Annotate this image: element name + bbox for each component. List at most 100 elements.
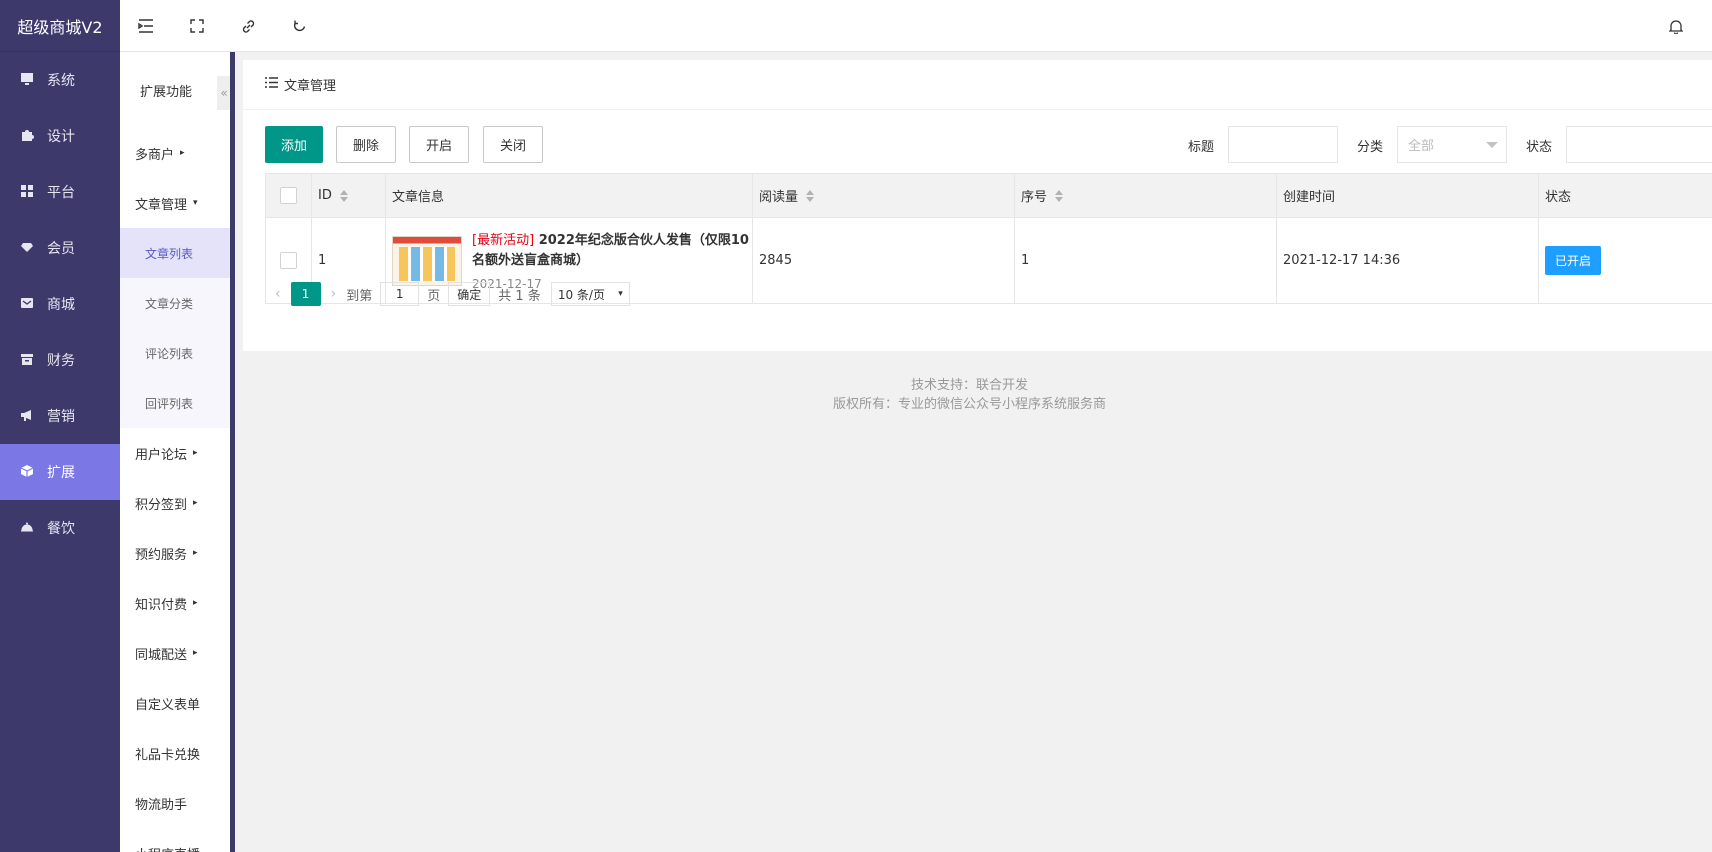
select-all-checkbox[interactable] — [280, 187, 297, 204]
nav-item-0[interactable]: 系统 — [0, 52, 120, 108]
column-header-reads[interactable]: 阅读量 — [752, 174, 1014, 217]
sub-nav-item-label: 礼品卡兑换 — [135, 747, 201, 763]
cube-icon — [20, 464, 36, 480]
nav-item-3[interactable]: 会员 — [0, 220, 120, 276]
sub-nav-item-5[interactable]: 知识付费 ▸ — [120, 578, 231, 628]
collapse-sidebar-icon[interactable]: « — [217, 76, 231, 110]
sub-nav-item-8[interactable]: 礼品卡兑换 — [120, 728, 231, 778]
column-header-reads-label: 阅读量 — [759, 190, 799, 205]
column-header-info: 文章信息 — [385, 174, 752, 217]
sub-nav-item-2[interactable]: 用户论坛 ▸ — [120, 428, 231, 478]
grid-icon — [20, 184, 36, 200]
sub-nav-item-label: 多商户 — [135, 147, 175, 163]
total-count: 共 1 条 — [498, 288, 541, 304]
content-card: 文章管理 添加 删除 开启 关闭 标题 分类 全部 状态 ID 文章信息 阅读量 — [243, 60, 1712, 351]
goto-label: 到第 — [346, 288, 373, 304]
list-icon — [265, 77, 278, 92]
sub-nav-item-10[interactable]: 小程序直播 — [120, 828, 231, 852]
nav-item-label: 设计 — [47, 129, 75, 145]
nav-item-label: 财务 — [47, 353, 75, 369]
fullscreen-icon[interactable] — [187, 16, 207, 36]
menu-fold-icon[interactable] — [136, 16, 156, 36]
nav-item-4[interactable]: 商城 — [0, 276, 120, 332]
sub-nav-item-4[interactable]: 预约服务 ▸ — [120, 528, 231, 578]
sub-nav-item-3[interactable]: 积分签到 ▸ — [120, 478, 231, 528]
category-filter-select[interactable]: 全部 — [1397, 126, 1507, 163]
monitor-icon — [20, 72, 36, 88]
card-title: 文章管理 — [284, 79, 337, 94]
select-all-cell — [265, 174, 311, 217]
title-filter-label: 标题 — [1188, 140, 1215, 155]
sub-nav-item-label: 物流助手 — [135, 797, 188, 813]
nav-item-label: 扩展 — [47, 465, 75, 481]
goto-confirm-button[interactable]: 确定 — [448, 282, 491, 306]
pagination: ‹ 1 › 到第 1 页 确定 共 1 条 10 条/页 ▾ — [265, 271, 630, 317]
sub-nav-item-6[interactable]: 同城配送 ▸ — [120, 628, 231, 678]
article-title[interactable]: [最新活动] 2022年纪念版合伙人发售（仅限10名额外送盲盒商城） — [472, 231, 757, 271]
column-header-seq[interactable]: 序号 — [1014, 174, 1276, 217]
chevron-down-icon — [1486, 142, 1498, 148]
cell-reads: 2845 — [752, 218, 1014, 303]
sort-icon[interactable] — [806, 189, 815, 202]
caret-down-icon: ▾ — [193, 198, 198, 208]
sub-sidebar-title: 扩展功能 « — [120, 52, 231, 128]
mail-icon — [20, 296, 36, 312]
table-header-row: ID 文章信息 阅读量 序号 创建时间 状态 — [265, 174, 1712, 218]
heart-icon — [20, 240, 36, 256]
app-logo: 超级商城V2 — [0, 0, 120, 52]
footer-support: 技术支持：联合开发 — [910, 378, 1028, 393]
megaphone-icon — [20, 408, 36, 424]
nav-item-2[interactable]: 平台 — [0, 164, 120, 220]
caret-right-icon: ▸ — [193, 548, 198, 558]
add-button[interactable]: 添加 — [265, 126, 323, 163]
current-page[interactable]: 1 — [290, 282, 321, 306]
sub-nav-subitem-2[interactable]: 评论列表 — [120, 328, 231, 378]
caret-right-icon: ▸ — [193, 448, 198, 458]
footer-copyright: 版权所有：专业的微信公众号小程序系统服务商 — [832, 397, 1106, 412]
prev-page-icon[interactable]: ‹ — [265, 286, 291, 302]
bell-icon[interactable] — [1666, 16, 1686, 36]
column-header-created-label: 创建时间 — [1283, 190, 1336, 205]
sub-nav-item-label: 小程序直播 — [135, 844, 200, 852]
sub-nav-subitem-3[interactable]: 回评列表 — [120, 378, 231, 428]
caret-right-icon: ▸ — [193, 598, 198, 608]
delete-button[interactable]: 删除 — [336, 126, 396, 163]
cell-status: 已开启 — [1538, 218, 1712, 303]
column-header-id[interactable]: ID — [311, 174, 385, 217]
column-header-seq-label: 序号 — [1021, 190, 1048, 205]
sub-nav-item-label: 用户论坛 — [135, 447, 188, 463]
nav-item-5[interactable]: 财务 — [0, 332, 120, 388]
nav-item-label: 商城 — [47, 297, 75, 313]
sub-nav-item-7[interactable]: 自定义表单 — [120, 678, 231, 728]
status-badge[interactable]: 已开启 — [1545, 246, 1602, 275]
sub-nav-item-label: 文章管理 — [135, 197, 188, 213]
nav-item-6[interactable]: 营销 — [0, 388, 120, 444]
enable-button[interactable]: 开启 — [409, 126, 469, 163]
sub-nav-item-0[interactable]: 多商户 ▸ — [120, 128, 231, 178]
status-filter-select[interactable] — [1566, 126, 1712, 163]
sort-icon[interactable] — [1055, 189, 1064, 202]
card-header: 文章管理 — [243, 60, 1712, 110]
sub-nav-subitem-1[interactable]: 文章分类 — [120, 278, 231, 328]
box-icon — [20, 352, 36, 368]
title-filter-input[interactable] — [1228, 126, 1338, 163]
disable-button[interactable]: 关闭 — [483, 126, 543, 163]
chevron-down-icon: ▾ — [618, 289, 623, 299]
nav-item-7[interactable]: 扩展 — [0, 444, 120, 500]
cell-seq: 1 — [1014, 218, 1276, 303]
sub-nav-item-1[interactable]: 文章管理 ▾ — [120, 178, 231, 228]
column-header-status-label: 状态 — [1545, 190, 1572, 205]
sub-nav-item-9[interactable]: 物流助手 — [120, 778, 231, 828]
page-size-select[interactable]: 10 条/页 ▾ — [550, 282, 630, 306]
link-icon[interactable] — [238, 16, 258, 36]
nav-item-1[interactable]: 设计 — [0, 108, 120, 164]
sort-icon[interactable] — [339, 189, 348, 202]
nav-item-8[interactable]: 餐饮 — [0, 500, 120, 556]
status-filter-label: 状态 — [1526, 140, 1553, 155]
next-page-icon[interactable]: › — [321, 286, 347, 302]
sub-nav-subitem-0[interactable]: 文章列表 — [120, 228, 231, 278]
page-number-input[interactable]: 1 — [380, 282, 420, 306]
nav-item-label: 会员 — [47, 241, 75, 257]
row-checkbox[interactable] — [280, 252, 297, 269]
refresh-icon[interactable] — [289, 16, 309, 36]
